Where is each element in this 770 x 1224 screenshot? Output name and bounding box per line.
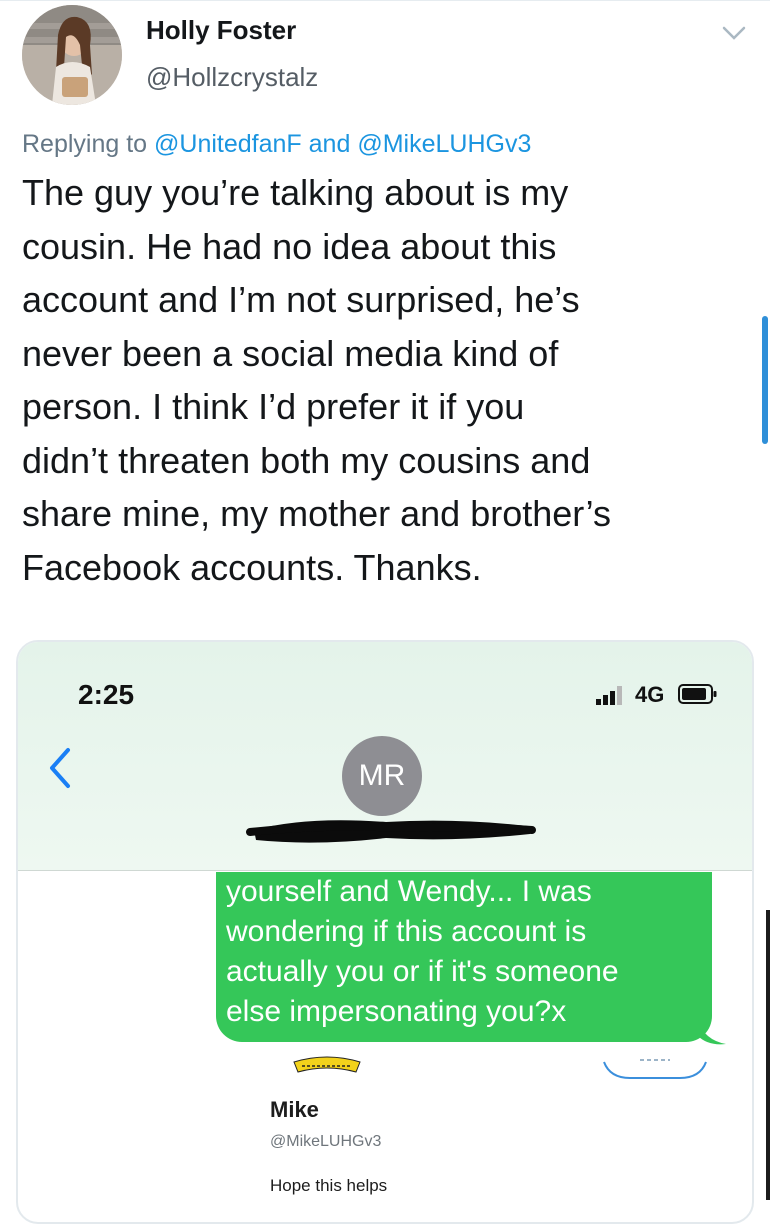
- author-handle[interactable]: @Hollzcrystalz: [146, 61, 318, 93]
- status-time: 2:25: [78, 679, 135, 710]
- battery-icon: [678, 684, 717, 704]
- tweet-text-line: share mine, my mother and brother’s: [22, 493, 611, 534]
- bubble-text-line: actually you or if it's someone: [226, 955, 619, 988]
- bubble-text-line: yourself and Wendy... I was: [226, 875, 592, 908]
- tweet-text: The guy you’re talking about is my cousi…: [22, 166, 742, 594]
- tweet-text-line: cousin. He had no idea about this: [22, 225, 557, 267]
- mention-mikeluhgv3[interactable]: @MikeLUHGv3: [357, 130, 531, 158]
- follow-button-outline: [603, 1059, 707, 1079]
- tweet-media-screenshot[interactable]: 2:25 4G MR yourself and Wendy... I was w…: [16, 640, 754, 1224]
- network-label: 4G: [635, 682, 665, 707]
- author-name[interactable]: Holly Foster: [146, 14, 296, 46]
- tweet-text-line: never been a social media kind of: [22, 332, 559, 374]
- chevron-down-icon[interactable]: [720, 22, 748, 44]
- signal-icon: [596, 686, 622, 705]
- replying-conjunction: and: [308, 130, 351, 158]
- tweet-text-line: Facebook accounts. Thanks.: [22, 546, 482, 588]
- bubble-tail: [698, 1020, 726, 1045]
- bubble-text-line: else impersonating you?x: [226, 995, 567, 1028]
- replying-prefix: Replying to: [22, 130, 148, 158]
- avatar[interactable]: [22, 5, 122, 105]
- redaction-scribble: [246, 820, 536, 843]
- bubble-text-line: wondering if this account is: [226, 915, 587, 948]
- contact-avatar[interactable]: MR: [342, 736, 422, 816]
- mention-unitedfanf[interactable]: @UnitedfanF: [154, 130, 302, 158]
- club-crest-icon: [293, 1056, 361, 1073]
- embedded-author-name: Mike: [270, 1097, 319, 1122]
- tweet-text-line: person. I think I’d prefer it if you: [22, 386, 525, 427]
- embedded-tweet-text: Hope this helps: [270, 1176, 388, 1195]
- tweet-text-line: didn’t threaten both my cousins and: [22, 439, 591, 481]
- top-divider: [0, 0, 770, 1]
- back-chevron-icon[interactable]: [44, 746, 76, 790]
- tweet-text-line: account and I’m not surprised, he’s: [22, 279, 580, 320]
- embedded-author-handle: @MikeLUHGv3: [270, 1133, 382, 1150]
- edge-border: [766, 910, 770, 1200]
- message-bubble-sent: yourself and Wendy... I was wondering if…: [216, 872, 712, 1042]
- tweet-text-line: The guy you’re talking about is my: [22, 172, 569, 213]
- replying-to: Replying to @UnitedfanF and @MikeLUHGv3: [22, 128, 531, 160]
- imessage-header: 2:25 4G MR: [18, 642, 752, 871]
- scroll-indicator[interactable]: [762, 316, 768, 444]
